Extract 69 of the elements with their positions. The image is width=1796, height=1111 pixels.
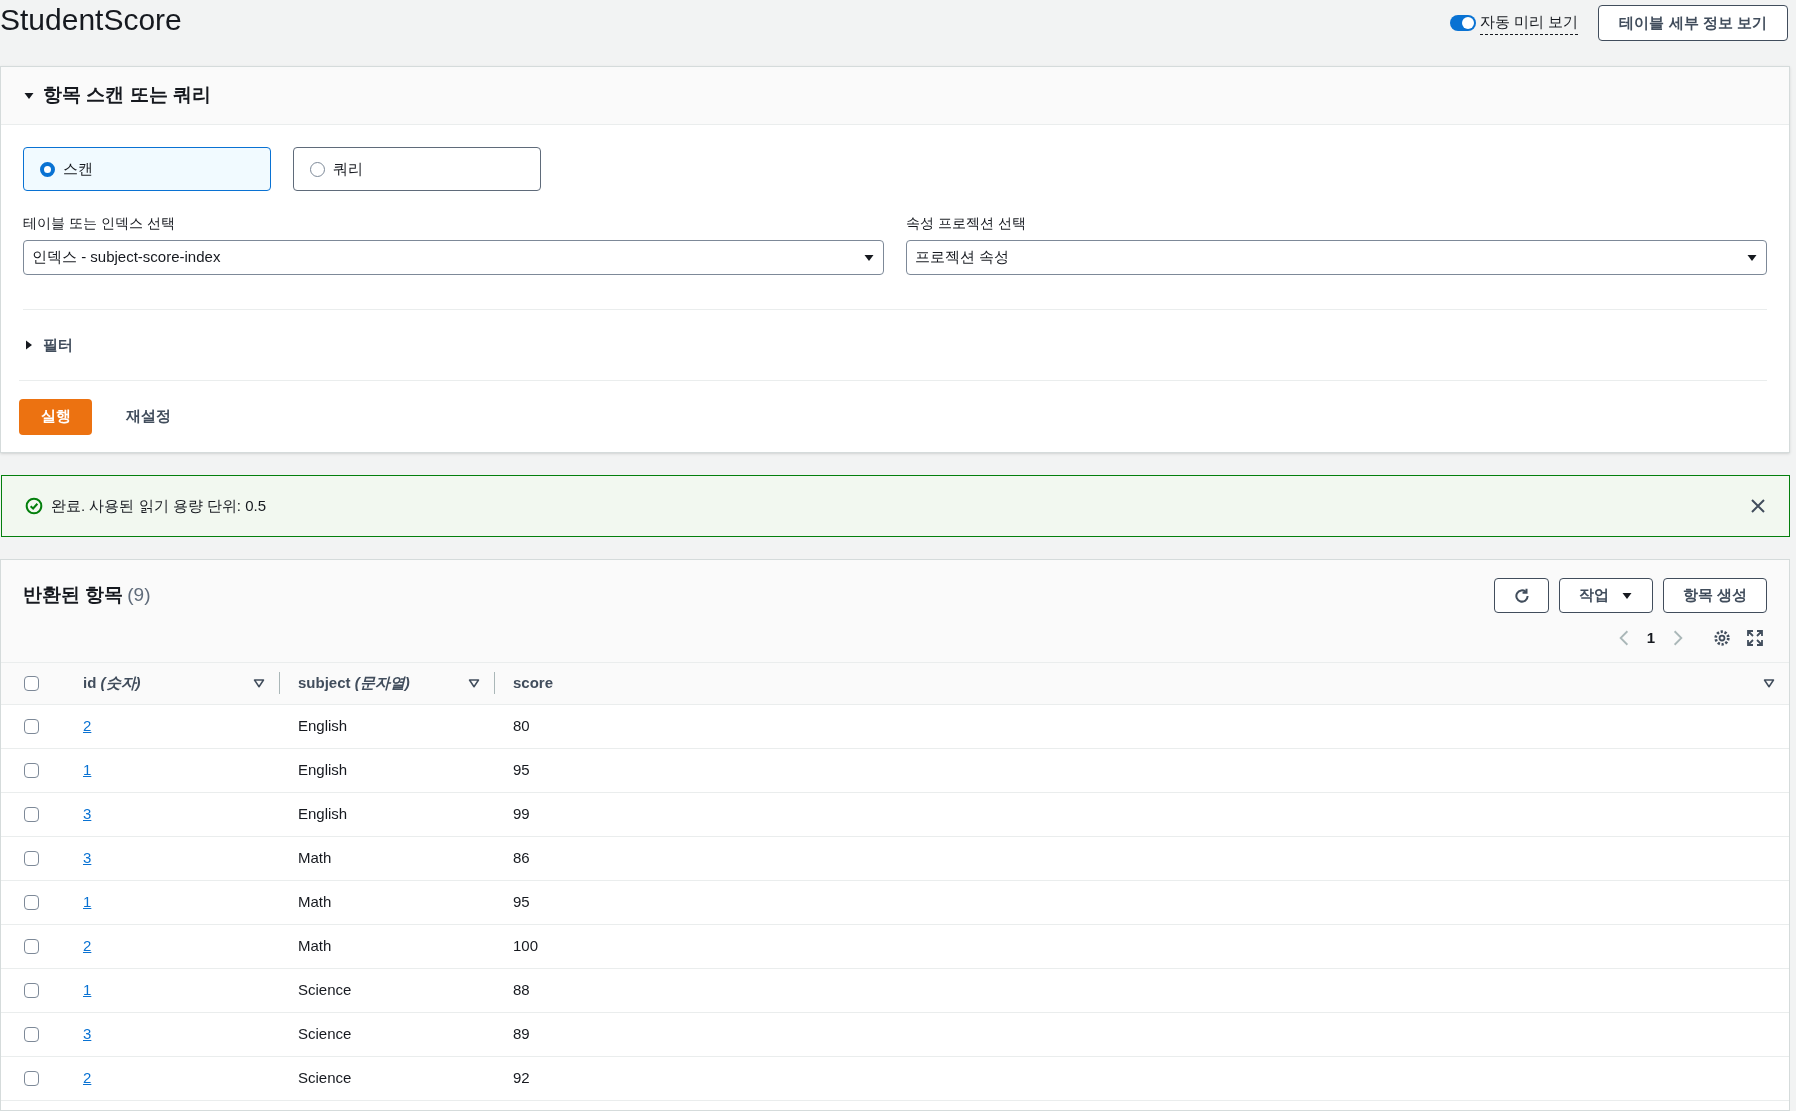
- radio-option[interactable]: 스캔: [23, 147, 271, 191]
- id-link[interactable]: 2: [83, 716, 92, 734]
- select-dropdown[interactable]: 인덱스 - subject-score-index: [23, 240, 884, 275]
- id-link[interactable]: 3: [83, 804, 92, 822]
- settings-icon[interactable]: [1713, 629, 1731, 648]
- close-icon[interactable]: [1750, 498, 1766, 514]
- id-link[interactable]: 1: [83, 980, 92, 998]
- row-checkbox[interactable]: [24, 982, 39, 998]
- table-cell: 88: [513, 980, 530, 998]
- table-cell: 95: [513, 892, 530, 910]
- select-label: 테이블 또는 인덱스 선택: [23, 214, 176, 233]
- row-checkbox[interactable]: [24, 762, 39, 778]
- toggle-switch[interactable]: [1450, 15, 1477, 31]
- alert-message: 완료. 사용된 읽기 용량 단위: 0.5: [51, 495, 267, 516]
- filter-caret-icon[interactable]: [253, 677, 265, 689]
- table-cell: Science: [298, 1068, 352, 1086]
- row-checkbox[interactable]: [24, 718, 39, 734]
- row-checkbox[interactable]: [24, 1070, 39, 1086]
- row-checkbox[interactable]: [24, 806, 39, 822]
- select-dropdown[interactable]: 프로젝션 속성: [906, 240, 1767, 275]
- table-cell: 89: [513, 1024, 530, 1042]
- auto-preview-label[interactable]: 자동 미리 보기: [1480, 11, 1579, 35]
- table-cell: 92: [513, 1068, 530, 1086]
- column-header[interactable]: id (숫자): [83, 671, 141, 695]
- check-circle-icon: [25, 497, 43, 515]
- id-link[interactable]: 2: [83, 1068, 92, 1086]
- row-checkbox[interactable]: [24, 938, 39, 954]
- results-count: (9): [127, 583, 151, 608]
- id-link[interactable]: 3: [83, 848, 92, 866]
- filter-toggle[interactable]: 필터: [43, 333, 73, 357]
- table-cell: 80: [513, 716, 530, 734]
- table-cell: 95: [513, 760, 530, 778]
- actions-button[interactable]: 작업: [1559, 578, 1653, 613]
- table-cell: 86: [513, 848, 530, 866]
- table-cell: 100: [513, 936, 539, 954]
- table-cell: English: [298, 804, 348, 822]
- page-title: StudentScore: [0, 2, 182, 38]
- panel-title[interactable]: 항목 스캔 또는 쿼리: [43, 81, 211, 110]
- chevron-right-icon[interactable]: [1671, 629, 1685, 648]
- radio-option[interactable]: 쿼리: [293, 147, 541, 191]
- id-link[interactable]: 1: [83, 892, 92, 910]
- row-checkbox[interactable]: [24, 894, 39, 910]
- table-cell: English: [298, 716, 348, 734]
- table-cell: Science: [298, 1024, 352, 1042]
- table-cell: Math: [298, 892, 332, 910]
- page-number[interactable]: 1: [1646, 627, 1655, 650]
- id-link[interactable]: 2: [83, 936, 92, 954]
- table-cell: Math: [298, 848, 332, 866]
- select-label: 속성 프로젝션 선택: [906, 214, 1027, 233]
- results-title: 반환된 항목: [23, 583, 124, 608]
- table-details-button[interactable]: 테이블 세부 정보 보기: [1598, 5, 1788, 41]
- table-cell: 99: [513, 804, 530, 822]
- refresh-icon: [1512, 586, 1531, 605]
- id-link[interactable]: 3: [83, 1024, 92, 1042]
- select-all-checkbox[interactable]: [24, 675, 39, 691]
- filter-caret-icon[interactable]: [1763, 677, 1775, 689]
- create-item-button[interactable]: 항목 생성: [1663, 578, 1767, 613]
- column-header[interactable]: subject (문자열): [298, 671, 410, 695]
- row-checkbox[interactable]: [24, 850, 39, 866]
- fullscreen-icon[interactable]: [1747, 630, 1763, 647]
- filter-caret-icon[interactable]: [468, 677, 480, 689]
- row-checkbox[interactable]: [24, 1026, 39, 1042]
- id-link[interactable]: 1: [83, 760, 92, 778]
- column-header[interactable]: score: [513, 671, 554, 695]
- refresh-button[interactable]: [1494, 578, 1549, 613]
- reset-button[interactable]: 재설정: [110, 398, 187, 435]
- table-cell: Math: [298, 936, 332, 954]
- table-cell: English: [298, 760, 348, 778]
- table-cell: Science: [298, 980, 352, 998]
